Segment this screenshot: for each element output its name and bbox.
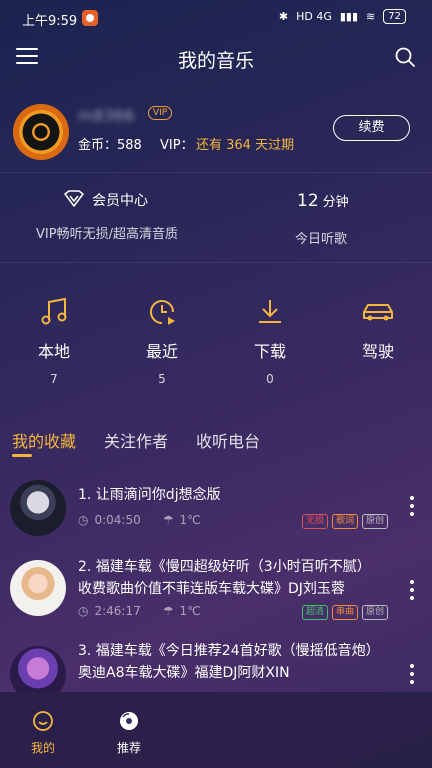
status-bar: 上午9:59 ✱ HD 4G ▮▮▮ ≋ 72 xyxy=(0,0,432,36)
tab-following[interactable]: 关注作者 xyxy=(104,428,168,452)
my-face-icon xyxy=(33,711,53,731)
tag-original: 原创 xyxy=(361,514,388,529)
nav-drive-label: 驾驶 xyxy=(361,342,394,361)
song-duration: 2:46:17 xyxy=(94,604,141,618)
nav-local-label: 本地 xyxy=(37,342,70,361)
tag-hd: 超清 xyxy=(301,605,328,620)
song-cover xyxy=(10,560,66,616)
nav-local[interactable]: 本地 7 xyxy=(14,296,94,386)
vip-label: VIP： xyxy=(160,138,194,153)
song-tags: 无损 歌词 原创 xyxy=(301,514,388,529)
nav-local-count: 7 xyxy=(50,372,58,386)
nav-download-count: 0 xyxy=(266,372,274,386)
tag-original: 原创 xyxy=(361,605,388,620)
signal-icon: ▮▮▮ xyxy=(339,10,359,23)
song-cover xyxy=(10,646,66,692)
app-header: 我的音乐 xyxy=(0,36,432,82)
song-weather: 1℃ xyxy=(179,604,201,618)
download-icon xyxy=(259,300,281,323)
divider xyxy=(0,172,432,173)
nav-download-label: 下载 xyxy=(253,342,286,361)
tab-favorites[interactable]: 我的收藏 xyxy=(12,428,76,452)
tab-indicator xyxy=(12,454,32,457)
vip-diamond-icon xyxy=(64,190,84,207)
tag-lossless: 无损 xyxy=(301,514,328,529)
tab-radio[interactable]: 收听电台 xyxy=(196,428,260,452)
renew-button[interactable]: 续费 xyxy=(333,115,410,141)
song-title: 3. 福建车载《今日推荐24首好歌（慢摇低音炮）奥迪A8车载大碟》福建DJ阿财X… xyxy=(78,643,373,681)
listen-minutes-unit: 分钟 xyxy=(322,195,349,210)
member-center-link[interactable]: 会员中心 xyxy=(92,190,148,210)
tag-medley: 串曲 xyxy=(331,605,358,620)
song-duration: 0:04:50 xyxy=(94,513,141,527)
more-options-icon[interactable] xyxy=(410,580,414,604)
vip-badge: VIP xyxy=(148,106,173,120)
screen-record-icon xyxy=(82,10,98,26)
bottom-tab-recommend-label: 推荐 xyxy=(116,741,141,755)
clock-play-icon xyxy=(150,300,175,325)
song-title: 1. 让雨滴问你dj想念版 xyxy=(78,487,221,503)
wifi-icon: ≋ xyxy=(366,10,376,23)
nav-recent-count: 5 xyxy=(158,372,166,386)
bottom-tab-mine-label: 我的 xyxy=(30,741,55,755)
status-right: ✱ HD 4G ▮▮▮ ≋ 72 xyxy=(279,9,406,24)
nav-recent-label: 最近 xyxy=(145,342,178,361)
nav-drive[interactable]: 驾驶 xyxy=(338,296,418,362)
search-icon[interactable] xyxy=(394,46,416,68)
song-meta: ◷ 0:04:50 ☂ 1℃ xyxy=(78,513,201,527)
song-title: 2. 福建车载《慢四超级好听（3小时百听不腻）收费歌曲价值不菲连版车载大碟》DJ… xyxy=(78,559,371,597)
music-note-icon xyxy=(41,297,67,325)
nav-recent[interactable]: 最近 5 xyxy=(122,296,202,386)
listen-label: 今日听歌 xyxy=(295,232,348,247)
bottom-tab-mine[interactable]: 我的 xyxy=(13,710,73,756)
network-label: HD 4G xyxy=(296,10,332,23)
coins-count: 金币：588 xyxy=(78,138,142,153)
clock-icon: ◷ xyxy=(78,604,89,618)
page-title: 我的音乐 xyxy=(177,50,254,72)
list-item[interactable]: 2. 福建车载《慢四超级好听（3小时百听不腻）收费歌曲价值不菲连版车载大碟》DJ… xyxy=(0,552,432,626)
nav-download[interactable]: 下载 0 xyxy=(230,296,310,386)
tag-lyrics: 歌词 xyxy=(331,514,358,529)
more-options-icon[interactable] xyxy=(410,496,414,520)
bottom-nav: 我的 推荐 xyxy=(0,692,432,768)
list-item[interactable]: 1. 让雨滴问你dj想念版 ◷ 0:04:50 ☂ 1℃ 无损 歌词 原创 xyxy=(0,478,432,542)
username: m8366 xyxy=(78,106,135,125)
song-meta: ◷ 2:46:17 ☂ 1℃ xyxy=(78,604,201,618)
car-icon xyxy=(363,304,393,321)
listen-minutes: 12 分钟 xyxy=(297,191,349,211)
song-cover xyxy=(10,480,66,536)
list-item[interactable]: 3. 福建车载《今日推荐24首好歌（慢摇低音炮）奥迪A8车载大碟》福建DJ阿财X… xyxy=(0,636,432,692)
bluetooth-icon: ✱ xyxy=(278,10,289,23)
member-subtitle: VIP畅听无损/超高清音质 xyxy=(36,227,178,242)
more-options-icon[interactable] xyxy=(410,664,414,688)
weather-icon: ☂ xyxy=(162,604,174,618)
song-weather: 1℃ xyxy=(179,513,201,527)
clock-icon: ◷ xyxy=(78,513,89,527)
divider xyxy=(0,262,432,263)
disc-icon xyxy=(120,712,138,730)
battery-icon: 72 xyxy=(383,9,406,24)
status-time: 上午9:59 xyxy=(22,14,78,29)
song-tags: 超清 串曲 原创 xyxy=(301,605,388,620)
vip-expiry: 还有 364 天过期 xyxy=(196,138,295,153)
weather-icon: ☂ xyxy=(162,513,174,527)
listen-minutes-value: 12 xyxy=(297,191,319,211)
avatar[interactable] xyxy=(13,104,69,160)
bottom-tab-recommend[interactable]: 推荐 xyxy=(99,710,159,756)
